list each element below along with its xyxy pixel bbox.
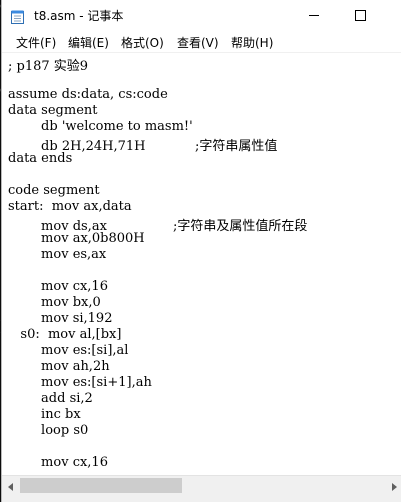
minimize-button[interactable]: [292, 0, 336, 31]
code-line: mov ds,ax ;字符串及属性值所在段: [8, 219, 308, 234]
code-line: data segment: [8, 103, 98, 118]
code-line: loop s0: [8, 423, 89, 438]
scroll-right-button[interactable]: [385, 476, 401, 495]
code-line: mov es:[si+1],ah: [8, 375, 152, 390]
minimize-icon: [308, 6, 320, 25]
scroll-left-button[interactable]: [2, 476, 19, 495]
code-line: s0: mov al,[bx]: [8, 327, 122, 342]
code-line: mov cx,16: [8, 455, 108, 470]
maximize-icon: [354, 6, 366, 25]
code-line: start: mov ax,data: [8, 199, 132, 214]
window-title: t8.asm - 记事本: [34, 9, 124, 23]
menu-help[interactable]: 帮助(H): [231, 34, 273, 51]
menu-edit[interactable]: 编辑(E): [68, 34, 109, 51]
code-line: mov si,192: [8, 311, 113, 326]
horizontal-scrollbar[interactable]: [2, 475, 401, 495]
code-line: mov es,ax: [8, 247, 107, 262]
code-line: add si,2: [8, 391, 93, 406]
code-line: db 'welcome to masm!': [8, 119, 193, 134]
code-line: code segment: [8, 183, 100, 198]
menu-file[interactable]: 文件(F): [16, 34, 56, 51]
code-line: assume ds:data, cs:code: [8, 87, 168, 102]
code-line: data ends: [8, 151, 73, 166]
menu-view[interactable]: 查看(V): [177, 34, 219, 51]
title-bar[interactable]: t8.asm - 记事本: [2, 0, 401, 32]
code-line: inc bx: [8, 407, 81, 422]
maximize-button[interactable]: [338, 0, 382, 31]
scroll-left-arrow-icon: [7, 476, 15, 495]
notepad-window: t8.asm - 记事本 文件(F) 编辑(E) 格式(O) 查看(V) 帮助(…: [1, 0, 401, 502]
code-line: mov bx,0: [8, 295, 101, 310]
notepad-icon[interactable]: [11, 9, 24, 24]
menu-format[interactable]: 格式(O): [121, 34, 164, 51]
code-line: mov es:[si],al: [8, 343, 129, 358]
scrollbar-thumb[interactable]: [20, 478, 182, 493]
scroll-right-arrow-icon: [390, 476, 398, 495]
text-editor[interactable]: ; p187 实验9 assume ds:data, cs:code data …: [2, 52, 401, 476]
window-bottom-edge: [2, 494, 401, 502]
code-line: ; p187 实验9: [8, 59, 89, 74]
code-line: mov ax,0b800H: [8, 231, 145, 246]
menu-bar: 文件(F) 编辑(E) 格式(O) 查看(V) 帮助(H): [2, 32, 401, 52]
code-line: mov ah,2h: [8, 359, 110, 374]
code-line: db 2H,24H,71H ;字符串属性值: [8, 139, 278, 154]
code-line: mov cx,16: [8, 279, 108, 294]
